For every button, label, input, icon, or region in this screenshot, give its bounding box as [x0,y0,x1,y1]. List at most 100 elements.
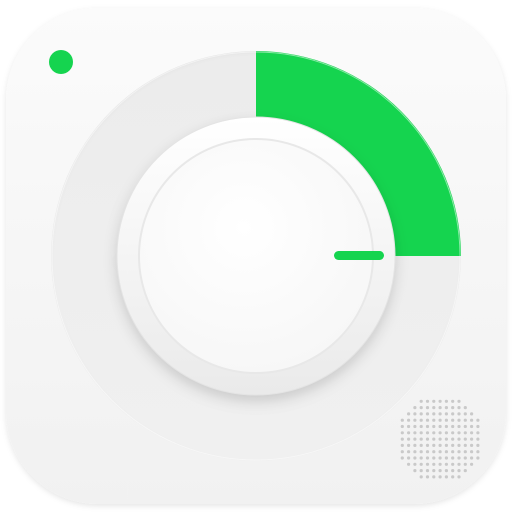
speaker-hole [432,443,436,447]
speaker-hole [444,469,448,473]
speaker-hole [463,412,467,416]
speaker-hole [438,443,442,447]
speaker-hole [463,456,467,460]
speaker-hole [413,424,417,429]
speaker-hole [432,399,436,403]
speaker-hole [400,456,404,460]
speaker-hole [413,462,417,466]
speaker-hole [451,418,455,422]
speaker-hole [451,412,455,416]
speaker-hole [432,406,436,410]
speaker-hole [463,437,467,441]
speaker-hole [425,462,430,466]
speaker-hole [463,462,467,466]
speaker-hole [451,406,455,410]
speaker-hole [407,462,411,466]
speaker-hole [463,431,467,435]
speaker-hole [425,469,430,473]
speaker-hole [425,418,430,422]
speaker-hole [457,418,461,422]
speaker-hole [457,431,461,435]
speaker-hole [476,443,480,447]
speaker-hole [432,456,436,460]
speaker-hole [451,424,455,429]
speaker-hole [407,424,411,429]
speaker-hole [444,431,448,435]
speaker-hole [413,456,417,460]
speaker-hole [463,424,467,429]
speaker-hole [470,437,474,441]
speaker-hole [432,412,436,416]
speaker-hole [425,412,430,416]
speaker-hole [463,443,467,447]
speaker-hole [457,424,461,429]
speaker-hole [400,443,404,447]
speaker-hole [425,399,430,403]
speaker-hole [444,406,448,410]
speaker-hole [451,475,455,479]
speaker-hole [444,412,448,416]
speaker-hole [476,424,480,429]
speaker-hole [438,431,442,435]
speaker-hole [444,450,448,454]
speaker-hole [476,456,480,460]
speaker-hole [463,406,467,410]
speaker-hole [444,475,448,479]
speaker-hole [407,456,411,460]
speaker-hole [425,456,430,460]
speaker-hole [432,450,436,454]
speaker-hole [457,412,461,416]
speaker-hole [407,443,411,447]
speaker-hole [400,437,404,441]
speaker-hole [463,450,467,454]
speaker-hole [407,418,411,422]
speaker-hole [451,450,455,454]
speaker-hole [432,424,436,429]
green-indicator-dot [49,50,73,74]
speaker-hole [457,450,461,454]
speaker-hole [438,412,442,416]
speaker-hole [451,469,455,473]
speaker-hole [419,462,423,466]
speaker-hole [413,469,417,473]
speaker-hole [438,424,442,429]
speaker-hole [470,418,474,422]
speaker-hole [425,431,430,435]
speaker-hole [463,469,467,473]
speaker-hole [444,437,448,441]
speaker-hole [444,418,448,422]
speaker-hole [457,443,461,447]
speaker-hole [457,406,461,410]
speaker-hole [451,431,455,435]
speaker-hole [419,456,423,460]
speaker-hole [457,462,461,466]
speaker-hole [438,462,442,466]
speaker-hole [470,443,474,447]
speaker-hole [419,475,423,479]
speaker-hole [419,469,423,473]
speaker-hole [400,450,404,454]
speaker-hole [470,412,474,416]
speaker-hole [425,443,430,447]
speaker-hole [432,418,436,422]
speaker-hole [425,406,430,410]
speaker-hole [419,431,423,435]
speaker-hole [444,399,448,403]
speaker-hole [432,475,436,479]
speaker-hole [451,456,455,460]
speaker-hole [438,437,442,441]
timer-app-icon [6,8,506,504]
speaker-hole [470,424,474,429]
speaker-hole [438,406,442,410]
speaker-hole [470,456,474,460]
speaker-hole [470,462,474,466]
speaker-hole [413,450,417,454]
speaker-hole [419,450,423,454]
speaker-hole [419,418,423,422]
speaker-hole [413,412,417,416]
speaker-hole [419,424,423,429]
speaker-hole [463,418,467,422]
speaker-hole [476,450,480,454]
speaker-hole [400,431,404,435]
speaker-hole [457,399,461,403]
